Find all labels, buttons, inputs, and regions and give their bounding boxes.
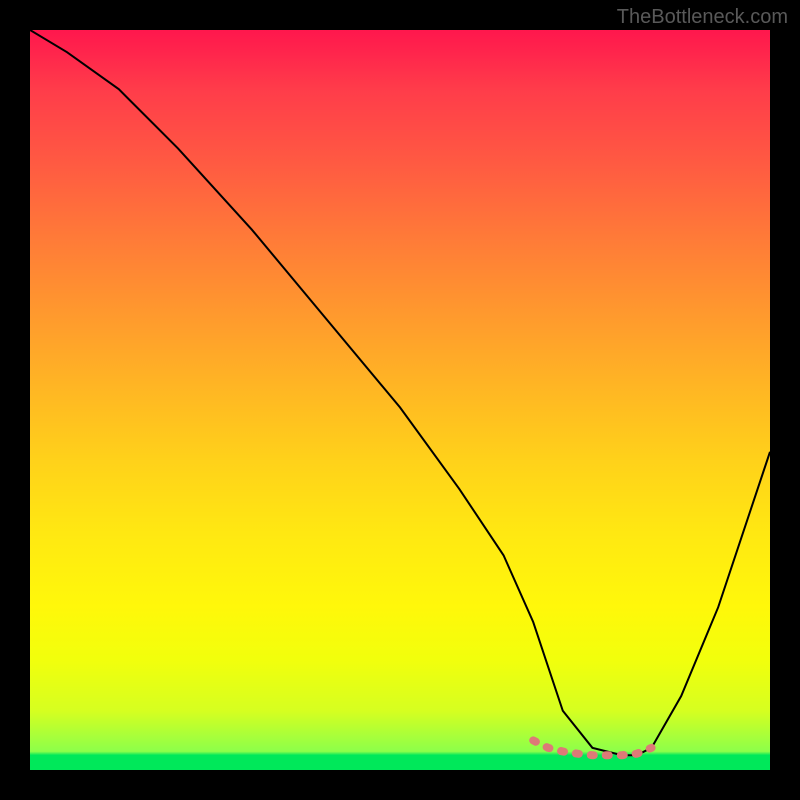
chart-plot-area xyxy=(30,30,770,770)
chart-background-gradient xyxy=(30,30,770,770)
watermark-text: TheBottleneck.com xyxy=(617,6,788,29)
